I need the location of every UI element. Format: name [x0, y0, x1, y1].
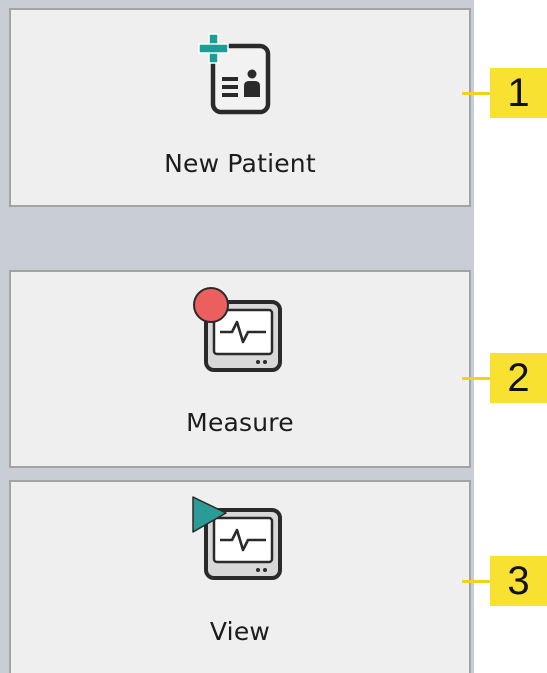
callout-3: 3	[462, 556, 547, 606]
callout-1: 1	[462, 68, 547, 118]
sidebar: New Patient Measure View	[0, 0, 474, 673]
measure-button[interactable]: Measure	[9, 270, 471, 468]
play-monitor-icon	[190, 494, 290, 590]
callout-number-badge: 3	[490, 556, 547, 606]
new-patient-label: New Patient	[164, 149, 316, 178]
callout-2: 2	[462, 353, 547, 403]
screen: New Patient Measure View 1 2 3	[0, 0, 547, 673]
new-patient-button[interactable]: New Patient	[9, 8, 471, 207]
callout-leader-line	[462, 580, 490, 583]
callout-number-badge: 2	[490, 353, 547, 403]
view-button[interactable]: View	[9, 480, 471, 673]
add-patient-card-icon	[192, 32, 288, 126]
callout-leader-line	[462, 377, 490, 380]
measure-label: Measure	[186, 408, 294, 437]
callout-number-badge: 1	[490, 68, 547, 118]
view-label: View	[209, 617, 271, 646]
record-monitor-icon	[190, 286, 290, 382]
callout-leader-line	[462, 92, 490, 95]
